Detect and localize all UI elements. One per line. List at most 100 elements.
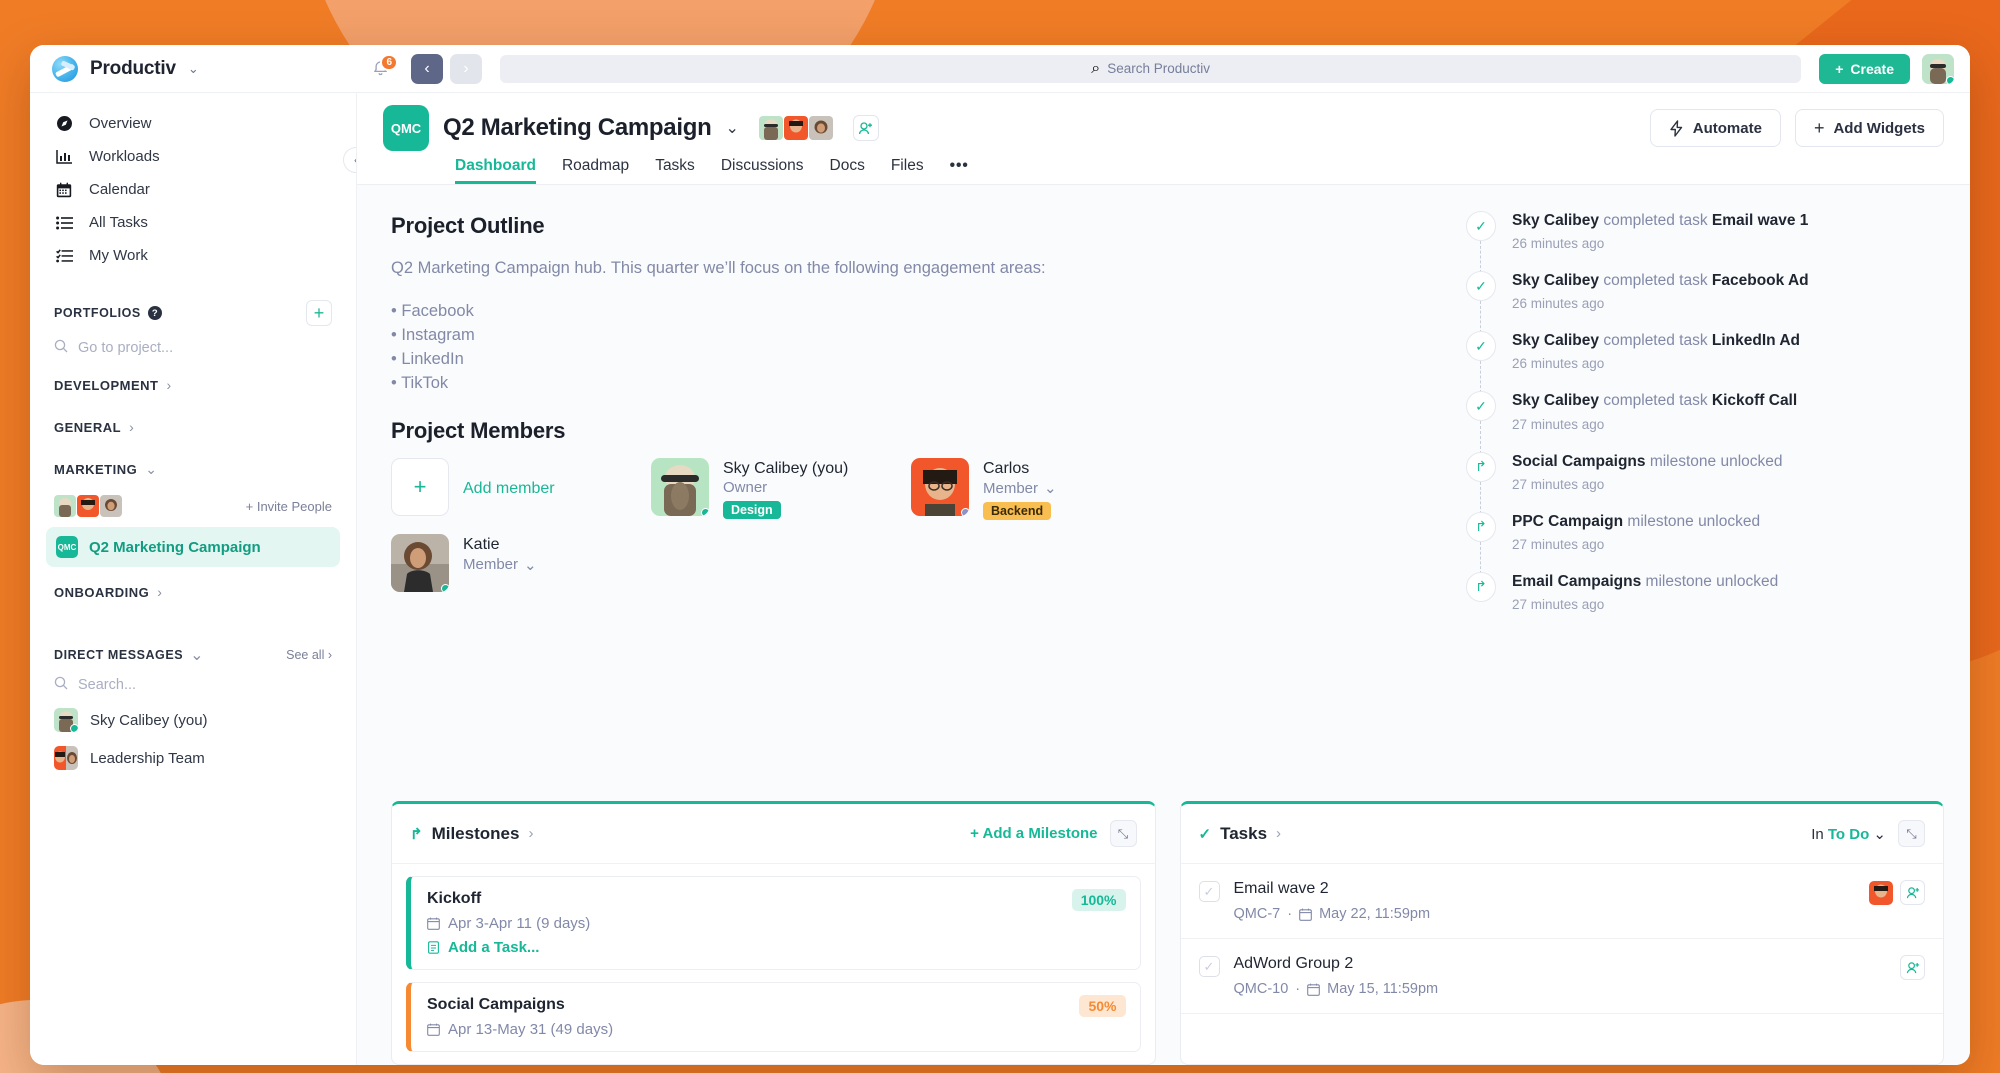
tasks-filter[interactable]: In To Do ⌄ [1811,825,1886,843]
task-body: AdWord Group 2 QMC-10 · May 15, 11:59pm [1234,955,1439,997]
tasks-title[interactable]: ✓ Tasks › [1199,824,1282,844]
invite-people-button[interactable]: + Invite People [246,499,332,514]
group-label: GENERAL [54,419,122,435]
notifications-button[interactable]: 6 [357,53,403,78]
forward-button[interactable]: › [450,53,482,84]
dm-item-leadership-team[interactable]: Leadership Team [30,739,356,777]
project-outline-bullets: • Facebook • Instagram • LinkedIn • TikT… [391,300,1406,396]
milestones-title[interactable]: ↱ Milestones › [410,824,533,844]
task-meta: QMC-10 · May 15, 11:59pm [1234,981,1439,997]
calendar-icon [427,1023,440,1036]
automate-button[interactable]: Automate [1649,109,1781,147]
assign-user-button[interactable] [1900,955,1925,980]
avatar-stack[interactable] [54,495,123,517]
activity-body: Social Campaigns milestone unlocked 27 m… [1512,452,1783,492]
compass-icon [54,115,74,132]
task-row[interactable]: ✓ Email wave 2 QMC-7 · May 22, 11:59pm [1180,864,1943,939]
search-input[interactable]: ⌕ Search Productiv [500,54,1802,83]
main-panel: QMC Q2 Marketing Campaign ⌄ Automate + A… [357,93,1970,1065]
activity-item[interactable]: ↱ Social Campaigns milestone unlocked 27… [1466,451,1948,514]
sidebar-group-onboarding[interactable]: ONBOARDING › [30,571,356,613]
add-milestone-button[interactable]: + Add a Milestone [970,825,1097,842]
milestone-add-task[interactable]: Add a Task... [427,939,1124,956]
sidebar-label: Workloads [89,148,160,165]
member-role-label: Member [983,479,1039,497]
sidebar-item-overview[interactable]: Overview [30,107,356,140]
member-card[interactable]: Sky Calibey (you) Owner Design [651,457,911,521]
chevron-down-icon[interactable]: ⌄ [725,118,738,138]
expand-icon[interactable]: ⤡ [1898,820,1925,847]
avatar-group [54,746,78,770]
outline-bullet: • LinkedIn [391,349,464,368]
chevron-down-icon[interactable]: ⌄ [188,61,199,77]
assign-user-button[interactable] [1900,880,1925,905]
back-button[interactable]: ‹ [411,53,443,84]
dm-item-sky-calibey[interactable]: Sky Calibey (you) [30,701,356,739]
activity-item[interactable]: ✓ Sky Calibey completed task LinkedIn Ad… [1466,331,1948,394]
activity-item[interactable]: ↱ Email Campaigns milestone unlocked 27 … [1466,571,1948,632]
go-to-project-input[interactable]: Go to project... [30,332,356,364]
portfolios-header: PORTFOLIOS ? + [30,294,356,332]
project-members-avatars[interactable] [758,116,834,140]
check-icon: ✓ [1466,211,1496,241]
tab-discussions[interactable]: Discussions [721,157,804,184]
activity-item[interactable]: ✓ Sky Calibey completed task Facebook Ad… [1466,271,1948,334]
calendar-icon [1307,983,1320,996]
search-icon: ⌕ [1091,59,1101,77]
sidebar-group-general[interactable]: GENERAL › [30,406,356,448]
chevron-down-icon[interactable]: ⌄ [190,645,203,665]
sidebar-item-all-tasks[interactable]: All Tasks [30,206,356,239]
sidebar-group-marketing[interactable]: MARKETING ⌄ [30,448,356,491]
chevron-right-icon: › [166,377,172,393]
activity-verb: completed task [1603,272,1708,290]
add-member-cell[interactable]: + Add member [391,457,651,521]
sidebar-item-my-work[interactable]: My Work [30,239,356,272]
member-card[interactable]: Carlos Member ⌄ Backend [911,457,1171,521]
avatar[interactable] [1869,880,1893,905]
activity-verb: milestone unlocked [1627,512,1761,530]
tab-more-menu[interactable]: ••• [950,157,969,184]
sidebar-group-development[interactable]: DEVELOPMENT › [30,364,356,406]
member-card[interactable]: Katie Member ⌄ [391,534,651,593]
sidebar-item-calendar[interactable]: Calendar [30,173,356,206]
milestone-row[interactable]: 50% Social Campaigns Apr 13-May 31 (49 d… [406,982,1141,1052]
dm-search-input[interactable]: Search... [30,669,356,701]
help-icon[interactable]: ? [147,306,162,320]
productiv-logo-icon [52,55,78,82]
brand-area[interactable]: Productiv ⌄ [30,55,357,82]
activity-item[interactable]: ✓ Sky Calibey completed task Email wave … [1466,211,1948,274]
member-role[interactable]: Member ⌄ [463,556,537,574]
see-all-link[interactable]: See all › [286,648,332,662]
add-task-label: Add a Task... [448,939,540,956]
sidebar-item-workloads[interactable]: Workloads [30,140,356,173]
milestone-row[interactable]: 100% Kickoff Apr 3-Apr 11 (9 days) Add a… [406,876,1141,970]
activity-item[interactable]: ↱ PPC Campaign milestone unlocked 27 min… [1466,511,1948,574]
tab-roadmap[interactable]: Roadmap [562,157,629,184]
add-portfolio-button[interactable]: + [306,300,332,326]
member-tag: Backend [983,502,1052,521]
milestone-date-label: Apr 3-Apr 11 (9 days) [448,915,591,932]
milestones-actions: + Add a Milestone ⤡ [970,820,1137,847]
tab-docs[interactable]: Docs [830,157,865,184]
create-button[interactable]: + Create [1819,53,1910,84]
history-nav: ‹ › [411,53,482,84]
chevron-right-icon: › [528,825,534,842]
activity-item[interactable]: ✓ Sky Calibey completed task Kickoff Cal… [1466,391,1948,454]
project-members-heading: Project Members [391,417,566,443]
task-checkbox[interactable]: ✓ [1198,956,1220,977]
task-row[interactable]: ✓ AdWord Group 2 QMC-10 · May 15, 11:59p… [1180,939,1943,1014]
tab-tasks[interactable]: Tasks [655,157,695,184]
activity-body: PPC Campaign milestone unlocked 27 minut… [1512,512,1760,552]
sidebar-item-q2-marketing-campaign[interactable]: QMC Q2 Marketing Campaign [46,527,340,567]
task-checkbox[interactable]: ✓ [1198,881,1220,902]
add-member-button[interactable]: + [391,457,449,516]
online-indicator [70,724,78,732]
user-avatar[interactable] [1922,53,1954,84]
add-widgets-button[interactable]: + Add Widgets [1794,109,1944,147]
online-indicator [1946,75,1954,84]
expand-icon[interactable]: ⤡ [1109,820,1137,847]
member-role[interactable]: Member ⌄ [983,479,1057,498]
add-person-button[interactable] [852,115,879,141]
tab-files[interactable]: Files [891,157,924,184]
tab-dashboard[interactable]: Dashboard [455,157,536,184]
